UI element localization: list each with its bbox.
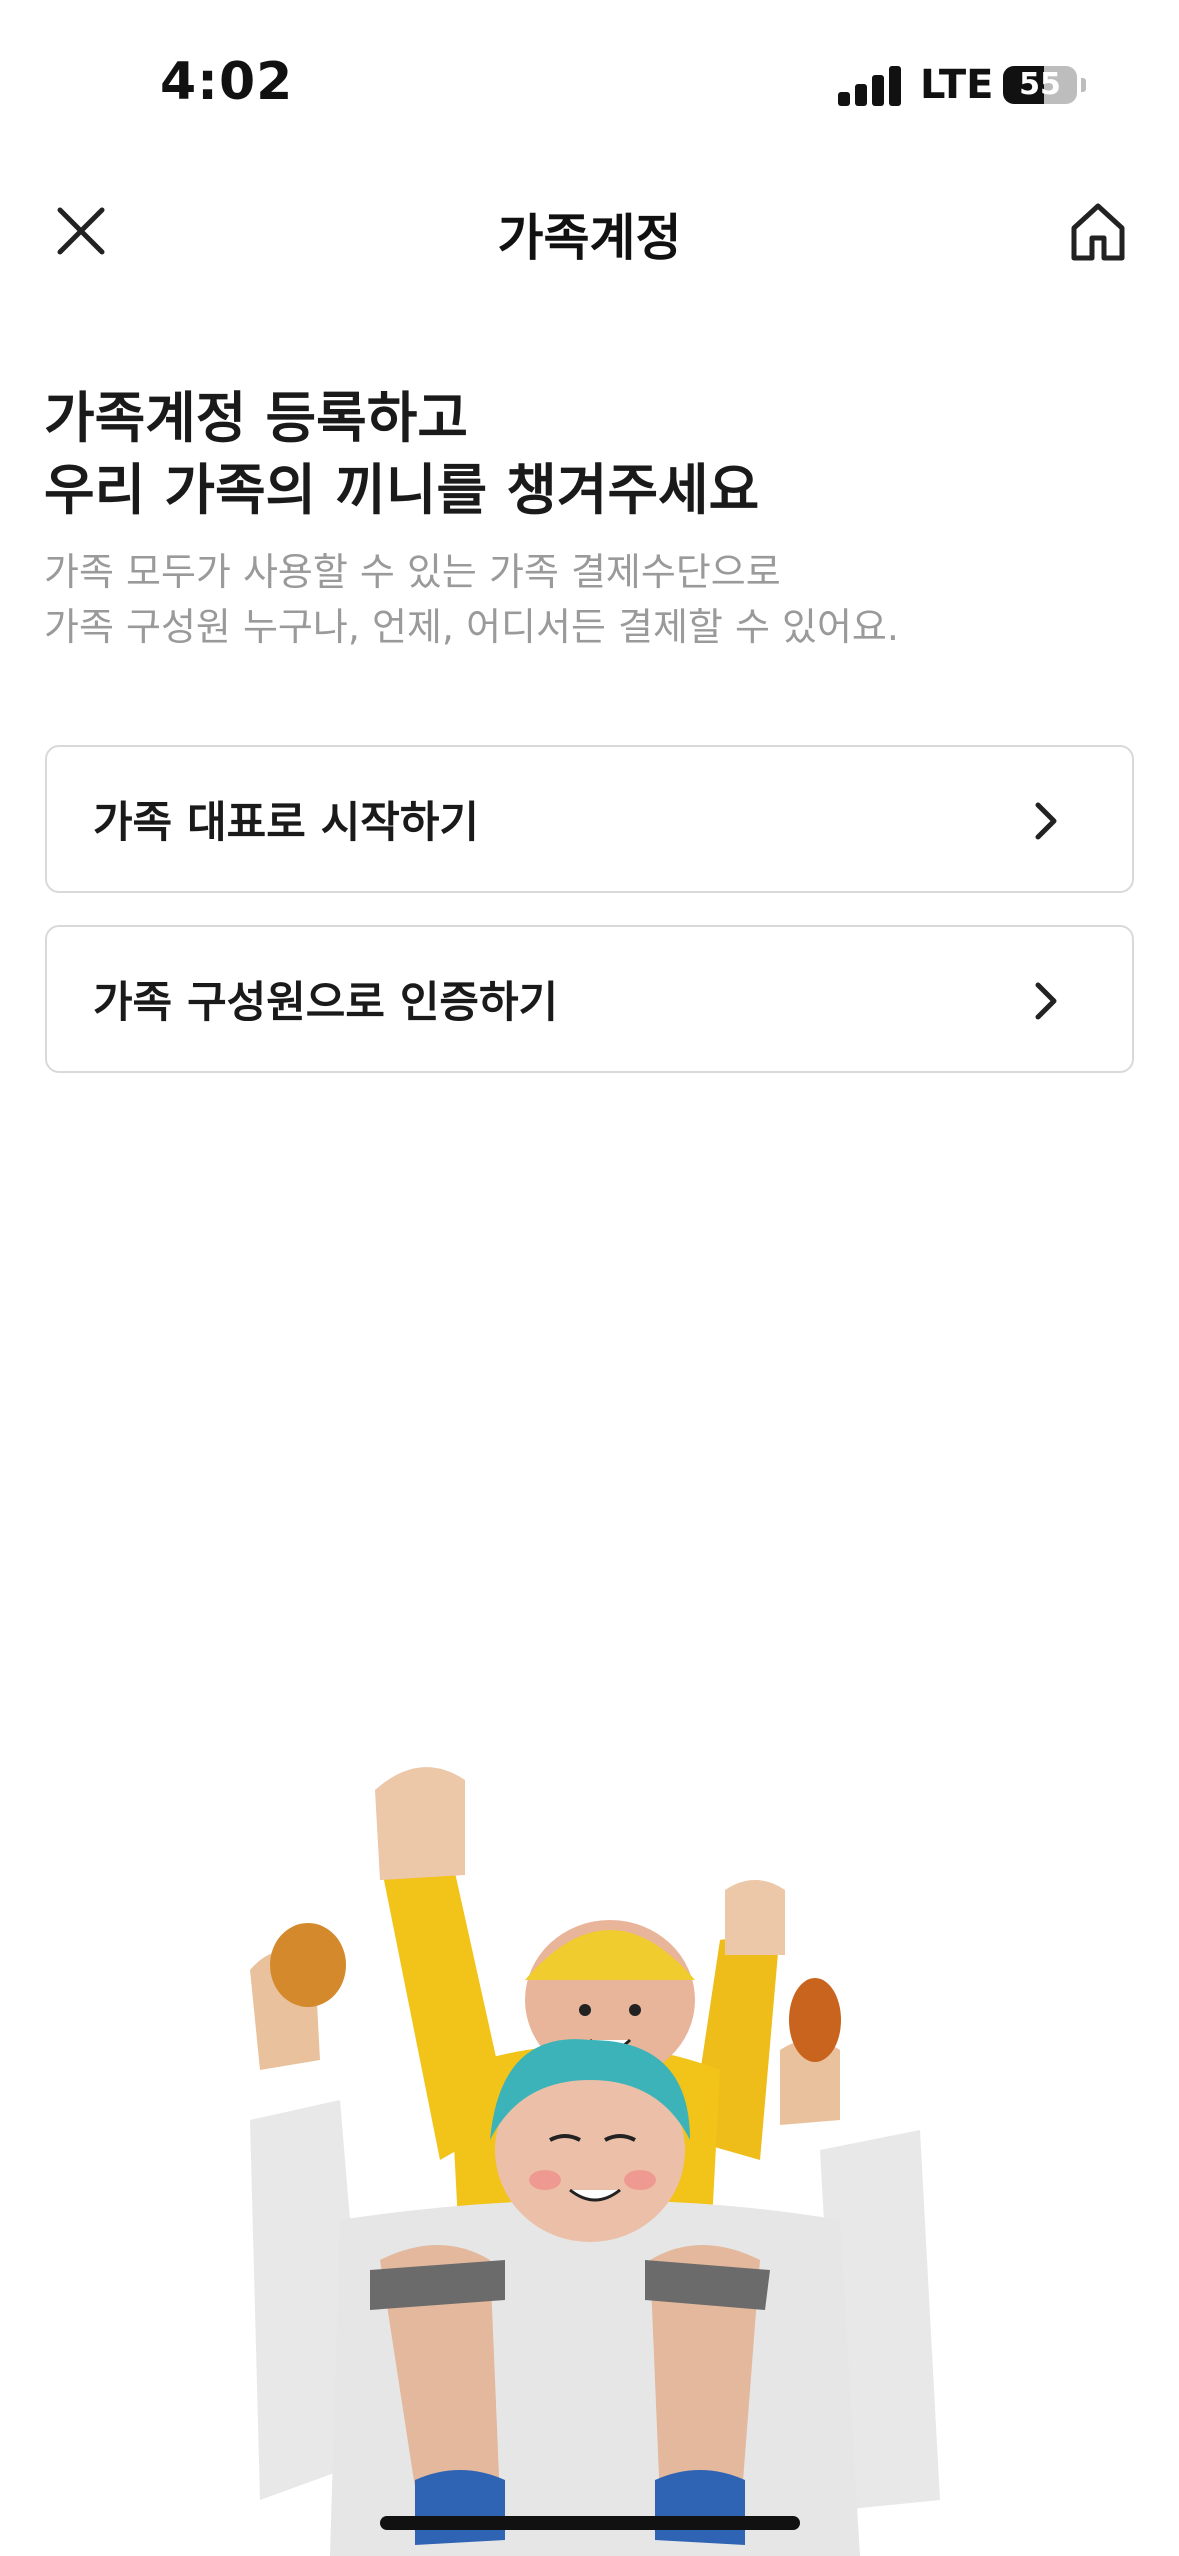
- headline-rest: 등록하고: [246, 386, 468, 450]
- description-line-2: 가족 구성원 누구나, 언제, 어디서든 결제할 수 있어요.: [44, 605, 899, 649]
- chevron-right-icon: [1022, 797, 1070, 845]
- battery-icon: 55: [1003, 66, 1077, 104]
- network-type: LTE: [920, 62, 994, 108]
- battery-nub: [1081, 78, 1086, 92]
- chevron-right-icon: [1022, 977, 1070, 1025]
- page-title: 가족계정: [497, 209, 682, 267]
- nav-bar: 가족계정: [0, 170, 1179, 290]
- start-as-family-owner-button[interactable]: 가족 대표로 시작하기: [45, 745, 1134, 893]
- headline: 가족계정 등록하고 우리 가족의 끼니를 챙겨주세요: [44, 382, 759, 526]
- status-bar: 4:02 LTE 55: [0, 0, 1179, 170]
- home-indicator: [380, 2516, 800, 2530]
- status-time: 4:02: [160, 52, 294, 112]
- option-label: 가족 대표로 시작하기: [93, 798, 479, 848]
- battery-level: 55: [1019, 67, 1061, 102]
- home-icon[interactable]: [1060, 194, 1136, 270]
- signal-icon: [838, 64, 901, 106]
- description-line-1: 가족 모두가 사용할 수 있는 가족 결제수단으로: [44, 550, 781, 594]
- headline-line-1: 가족계정 등록하고: [44, 382, 759, 454]
- description: 가족 모두가 사용할 수 있는 가족 결제수단으로 가족 구성원 누구나, 언제…: [44, 545, 899, 655]
- headline-line-2: 우리 가족의 끼니를 챙겨주세요: [44, 458, 760, 522]
- verify-as-family-member-button[interactable]: 가족 구성원으로 인증하기: [45, 925, 1134, 1073]
- family-celebration-illustration: [220, 1740, 980, 2556]
- option-label: 가족 구성원으로 인증하기: [93, 978, 559, 1028]
- headline-highlight: 가족계정: [44, 382, 246, 454]
